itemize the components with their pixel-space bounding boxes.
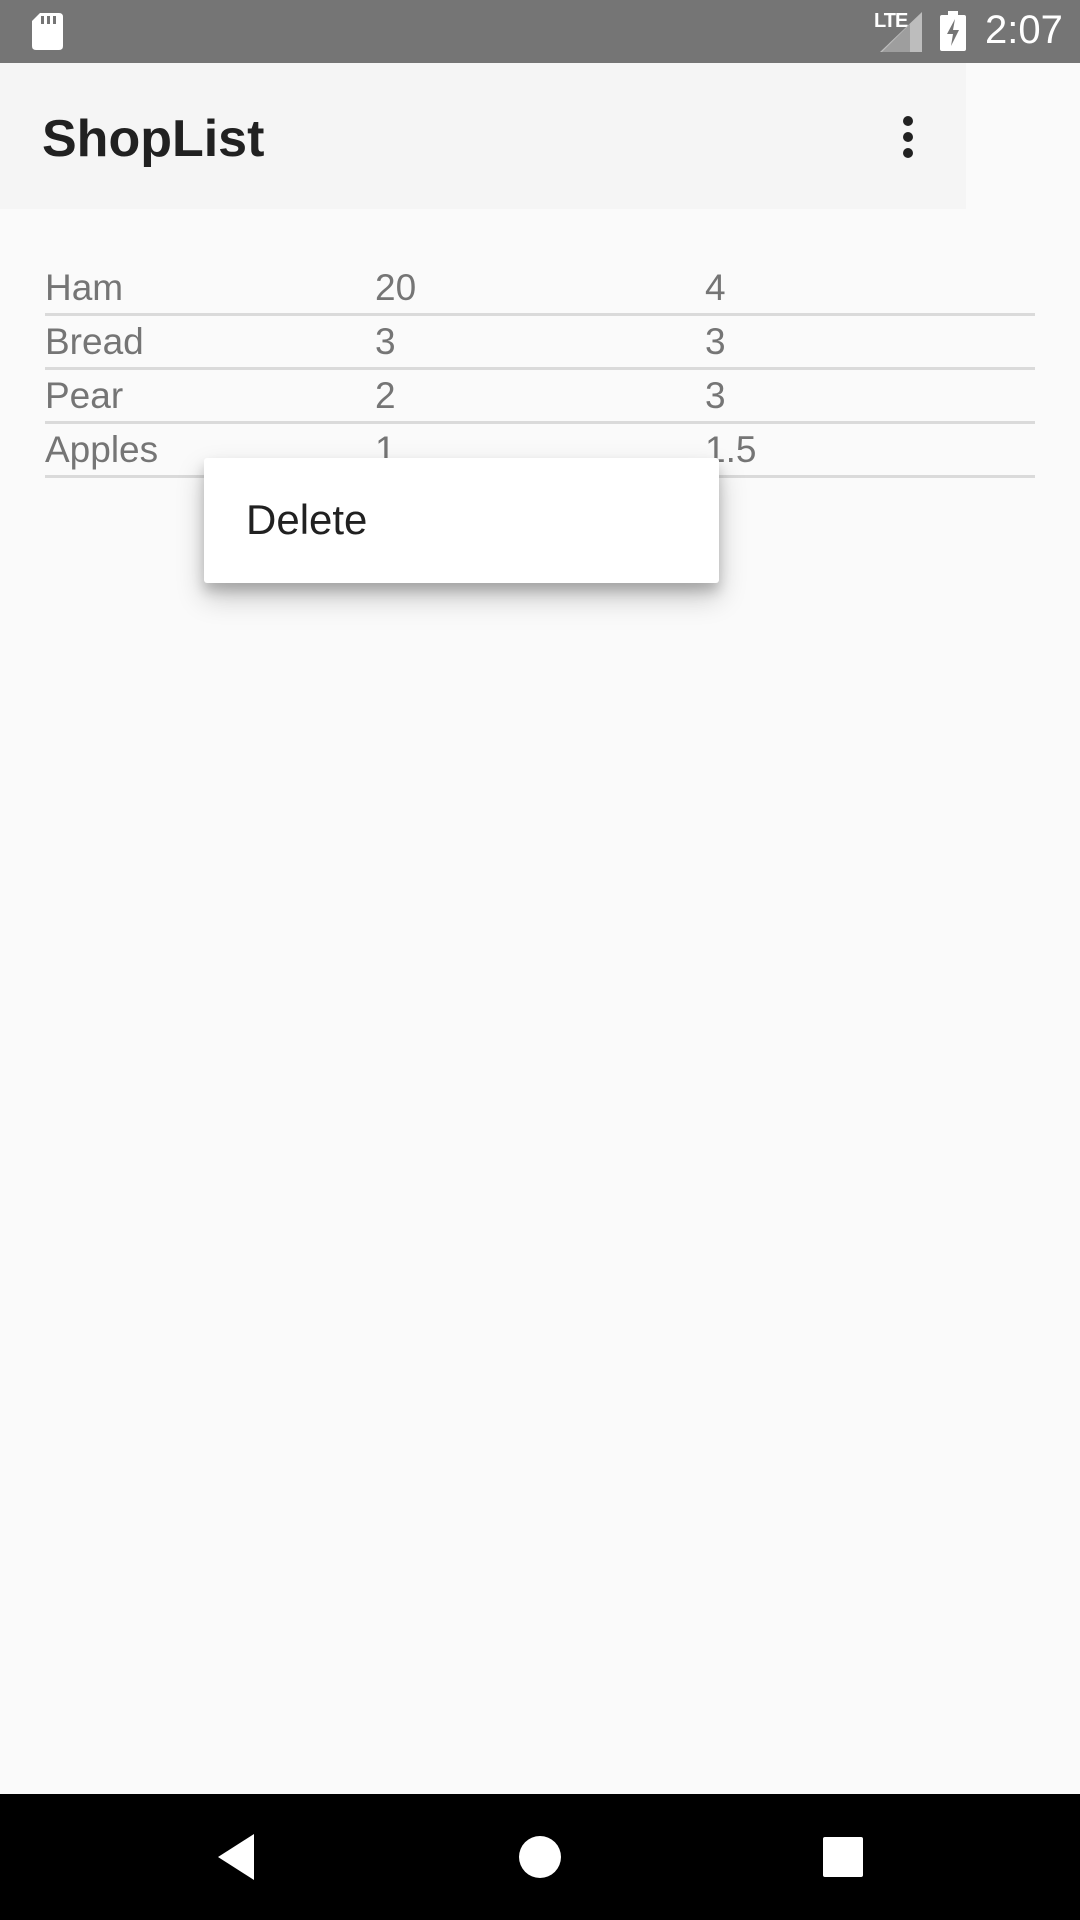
status-bar: LTE 2:07 (0, 0, 1080, 63)
back-icon[interactable] (208, 1824, 274, 1890)
item-quantity: 20 (375, 267, 417, 308)
signal-icon (880, 12, 922, 52)
context-menu: Delete (204, 458, 719, 583)
home-icon[interactable] (507, 1824, 573, 1890)
delete-menu-item-label: Delete (246, 496, 368, 543)
app-bar: ShopList (0, 63, 966, 209)
item-name: Apples (45, 429, 159, 470)
item-name: Bread (45, 321, 144, 362)
item-price: 3 (705, 321, 726, 362)
recents-icon[interactable] (810, 1824, 876, 1890)
item-price: 3 (705, 375, 726, 416)
list-item[interactable]: Pear 2 3 (45, 370, 1035, 424)
shopping-list: Ham 20 4 Bread 3 3 Pear 2 3 Apples 1 1.5 (45, 262, 1035, 478)
app-title: ShopList (42, 110, 265, 168)
screen: LTE 2:07 ShopList Ham 20 4 Bread 3 3 Pea… (0, 0, 1080, 1920)
more-vert-icon-dot (903, 148, 913, 158)
item-name: Ham (45, 267, 124, 308)
item-price: 4 (705, 267, 726, 308)
navigation-bar (0, 1794, 1080, 1920)
sd-card-icon (32, 13, 63, 50)
clock: 2:07 (985, 8, 1063, 52)
item-quantity: 3 (375, 321, 396, 362)
more-vert-icon-dot (903, 132, 913, 142)
more-vert-icon (903, 116, 913, 126)
battery-charging-icon (940, 11, 966, 51)
list-item[interactable]: Bread 3 3 (45, 316, 1035, 370)
more-options-button[interactable] (880, 105, 936, 169)
item-quantity: 2 (375, 375, 396, 416)
delete-menu-item[interactable]: Delete (204, 458, 719, 583)
list-item[interactable]: Ham 20 4 (45, 262, 1035, 316)
item-name: Pear (45, 375, 124, 416)
